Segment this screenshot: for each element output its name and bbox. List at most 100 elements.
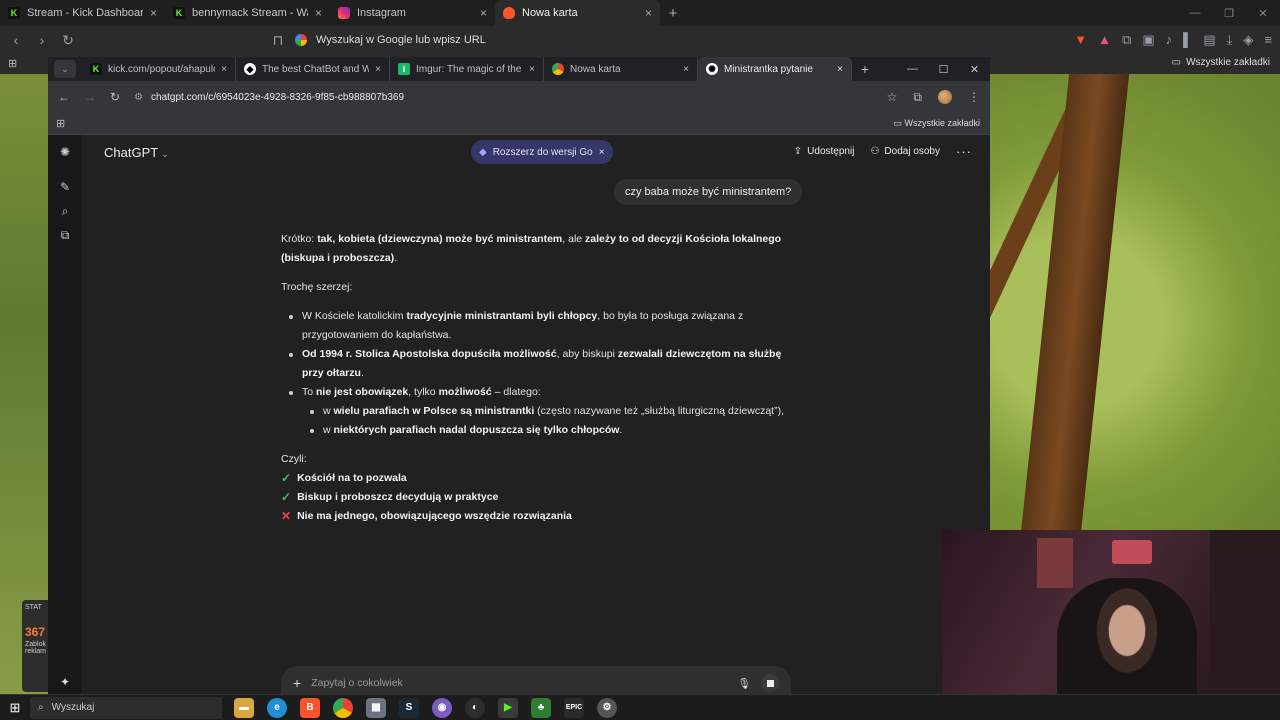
windows-start-icon[interactable]: ⊞ bbox=[0, 700, 30, 716]
bookmark-icon[interactable]: ⊓ bbox=[270, 32, 286, 49]
close-window-button[interactable]: ✕ bbox=[1246, 0, 1280, 26]
edge-icon[interactable]: e bbox=[267, 697, 287, 718]
brave-rewards-icon[interactable]: ▲ bbox=[1098, 32, 1111, 48]
minimize-button[interactable]: — bbox=[897, 63, 928, 76]
chrome-icon[interactable] bbox=[333, 697, 353, 718]
summary-item: ✕ Nie ma jednego, obowiązującego wszędzie… bbox=[281, 507, 801, 526]
profile-avatar[interactable] bbox=[938, 90, 952, 104]
answer-summary-heading: Czyli: bbox=[281, 453, 307, 465]
microphone-icon[interactable]: 🎙︎ bbox=[738, 677, 751, 690]
upgrade-pill[interactable]: ◆ Rozszerz do wersji Go × bbox=[471, 140, 613, 164]
back-icon[interactable]: ‹ bbox=[8, 32, 24, 48]
attach-icon[interactable]: + bbox=[293, 675, 301, 691]
chevron-down-icon: ⌄ bbox=[161, 149, 169, 159]
inner-tab-nowa-karta[interactable]: Nowa karta × bbox=[544, 57, 698, 81]
windows-taskbar: ⊞ ⌕ Wyszukaj ▬ e B ▦ S ◉ ◐ ▶ ♣ EPIC ⚙ bbox=[0, 694, 1280, 720]
close-tab-icon[interactable]: × bbox=[683, 64, 689, 75]
all-bookmarks[interactable]: ▭ Wszystkie zakładki bbox=[893, 118, 980, 129]
outer-tab-instagram[interactable]: Instagram × bbox=[330, 0, 495, 26]
tab-search-icon[interactable]: ⌄ bbox=[54, 60, 76, 78]
close-tab-icon[interactable]: × bbox=[645, 6, 652, 20]
download-icon[interactable]: ⤓ bbox=[1227, 32, 1233, 48]
wall bbox=[1210, 530, 1280, 720]
outer-address-bar[interactable]: ⊓ Wyszukaj w Google lub wpisz URL bbox=[270, 29, 988, 51]
stop-button[interactable] bbox=[761, 674, 779, 692]
all-bookmarks[interactable]: ▭ Wszystkie zakładki bbox=[1172, 57, 1270, 68]
obs-icon[interactable]: ◐ bbox=[465, 697, 485, 718]
apps-grid-icon[interactable]: ⊞ bbox=[8, 57, 17, 70]
close-window-button[interactable]: ✕ bbox=[959, 63, 990, 76]
new-tab-button[interactable]: + bbox=[852, 61, 878, 77]
close-tab-icon[interactable]: × bbox=[480, 6, 487, 20]
menu-icon[interactable]: ⋮ bbox=[968, 90, 980, 104]
message-composer[interactable]: + Zapytaj o cokolwiek 🎙︎ bbox=[281, 666, 791, 694]
kick-app-icon[interactable]: ▶ bbox=[498, 697, 518, 718]
brave-icon[interactable]: B bbox=[300, 697, 320, 718]
extensions-icon[interactable]: ⧉ bbox=[1122, 32, 1131, 48]
openai-logo-icon[interactable]: ✺ bbox=[58, 145, 72, 159]
star-icon[interactable]: ☆ bbox=[887, 90, 898, 104]
more-options-icon[interactable]: ··· bbox=[956, 144, 972, 159]
inner-tab-chatbot[interactable]: ◆ The best ChatBot and Widget × bbox=[236, 57, 390, 81]
outer-tab-bennymack[interactable]: K bennymack Stream - Watch Live on K × bbox=[165, 0, 330, 26]
wallet-icon[interactable]: ▣ bbox=[1142, 32, 1154, 48]
close-tab-icon[interactable]: × bbox=[529, 64, 535, 75]
vpn-icon[interactable]: ◈ bbox=[1243, 32, 1253, 48]
brave-shield-icon[interactable]: ▼ bbox=[1074, 32, 1087, 48]
add-people-button[interactable]: ⚇ Dodaj osoby bbox=[870, 146, 940, 157]
library-icon[interactable]: ⧉ bbox=[58, 228, 72, 242]
instagram-icon bbox=[338, 7, 350, 19]
sidebar-icon[interactable]: ▌ bbox=[1183, 32, 1192, 48]
epic-games-icon[interactable]: EPIC bbox=[564, 697, 584, 718]
forward-icon[interactable]: → bbox=[84, 90, 96, 104]
reload-icon[interactable]: ↻ bbox=[60, 32, 76, 49]
webcam-overlay bbox=[942, 530, 1280, 720]
discord-icon[interactable]: ◉ bbox=[432, 697, 452, 718]
inner-tab-imgur[interactable]: i Imgur: The magic of the Intern × bbox=[390, 57, 544, 81]
apps-grid-icon[interactable]: ⊞ bbox=[56, 117, 65, 130]
extensions-icon[interactable]: ⧉ bbox=[913, 90, 922, 105]
close-tab-icon[interactable]: × bbox=[221, 64, 227, 75]
wall-poster bbox=[1037, 538, 1073, 588]
steam-icon[interactable]: S bbox=[399, 697, 419, 718]
outer-tab-nowa-karta[interactable]: Nowa karta × bbox=[495, 0, 660, 26]
back-icon[interactable]: ← bbox=[58, 90, 70, 104]
new-tab-button[interactable]: + bbox=[660, 0, 686, 26]
inner-tab-kick[interactable]: K kick.com/popout/ahapulco/ch × bbox=[82, 57, 236, 81]
file-explorer-icon[interactable]: ▬ bbox=[234, 697, 254, 718]
search-icon[interactable]: ⌕ bbox=[58, 204, 72, 218]
composer-placeholder[interactable]: Zapytaj o cokolwiek bbox=[311, 677, 727, 689]
share-button[interactable]: ⇪ Udostępnij bbox=[794, 146, 855, 157]
chat-header: ChatGPT ⌄ ◆ Rozszerz do wersji Go × ⇪ Udo… bbox=[82, 135, 990, 171]
new-chat-icon[interactable]: ✎ bbox=[58, 180, 72, 194]
close-tab-icon[interactable]: × bbox=[315, 6, 322, 20]
answer-more-heading: Trochę szerzej: bbox=[281, 281, 353, 293]
minimize-button[interactable]: — bbox=[1178, 0, 1212, 26]
model-selector[interactable]: ChatGPT ⌄ bbox=[104, 145, 169, 160]
chatbot-icon: ◆ bbox=[244, 63, 256, 75]
checkmark-icon: ✓ bbox=[281, 490, 292, 504]
sparkle-icon[interactable]: ✦ bbox=[60, 675, 70, 689]
reload-icon[interactable]: ↻ bbox=[110, 90, 120, 104]
game-icon[interactable]: ♣ bbox=[531, 697, 551, 718]
summary-item: ✓ Biskup i proboszcz decydują w praktyce bbox=[281, 488, 801, 507]
inner-tab-ministrantka[interactable]: ✺ Ministrantka pytanie × bbox=[698, 57, 852, 81]
settings-icon[interactable]: ⚙ bbox=[597, 697, 617, 718]
site-info-icon[interactable]: ⚙ bbox=[134, 92, 143, 103]
maximize-button[interactable]: ❐ bbox=[1212, 0, 1246, 26]
close-tab-icon[interactable]: × bbox=[150, 6, 157, 20]
wallet2-icon[interactable]: ▤ bbox=[1203, 32, 1215, 48]
taskbar-search[interactable]: ⌕ Wyszukaj bbox=[30, 696, 222, 719]
close-tab-icon[interactable]: × bbox=[837, 64, 843, 75]
close-icon[interactable]: × bbox=[599, 147, 605, 158]
folder-icon: ▭ bbox=[1171, 57, 1182, 68]
menu-icon[interactable]: ≡ bbox=[1264, 32, 1272, 48]
music-icon[interactable]: ♪ bbox=[1166, 32, 1173, 48]
taskbar-apps: ▬ e B ▦ S ◉ ◐ ▶ ♣ EPIC ⚙ bbox=[234, 697, 617, 718]
store-icon[interactable]: ▦ bbox=[366, 697, 386, 718]
inner-address-bar[interactable]: ⚙ chatgpt.com/c/6954023e-4928-8326-9f85-… bbox=[134, 85, 873, 109]
maximize-button[interactable]: ☐ bbox=[928, 63, 959, 76]
outer-tab-kick-dashboard[interactable]: K Stream - Kick Dashboard × bbox=[0, 0, 165, 26]
close-tab-icon[interactable]: × bbox=[375, 64, 381, 75]
forward-icon[interactable]: › bbox=[34, 32, 50, 48]
